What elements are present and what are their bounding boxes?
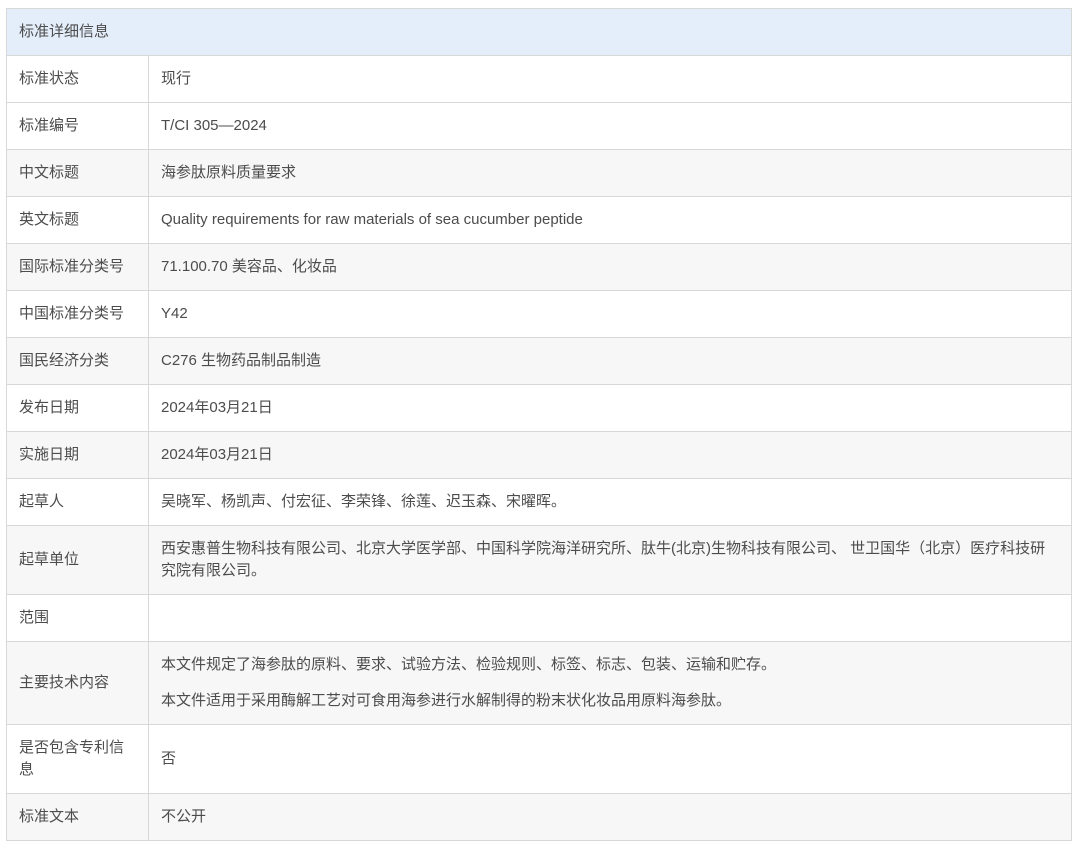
row-value: 不公开 [149,794,1072,841]
table-row: 起草人吴晓军、杨凯声、付宏征、李荣锋、徐莲、迟玉森、宋曜晖。 [7,479,1072,526]
row-value: Y42 [149,291,1072,338]
table-row: 英文标题Quality requirements for raw materia… [7,197,1072,244]
row-label: 主要技术内容 [7,642,149,725]
row-label: 实施日期 [7,432,149,479]
row-label: 标准文本 [7,794,149,841]
row-value: C276 生物药品制品制造 [149,338,1072,385]
table-row: 国际标准分类号71.100.70 美容品、化妆品 [7,244,1072,291]
value-paragraph: 本文件规定了海参肽的原料、要求、试验方法、检验规则、标签、标志、包装、运输和贮存… [161,654,1059,676]
row-label: 标准编号 [7,103,149,150]
row-label: 发布日期 [7,385,149,432]
value-paragraph: 本文件适用于采用酶解工艺对可食用海参进行水解制得的粉末状化妆品用原料海参肽。 [161,690,1059,712]
table-header: 标准详细信息 [7,9,1072,56]
row-value: 71.100.70 美容品、化妆品 [149,244,1072,291]
row-value: 否 [149,725,1072,794]
row-label: 起草单位 [7,526,149,595]
table-row: 起草单位西安惠普生物科技有限公司、北京大学医学部、中国科学院海洋研究所、肽牛(北… [7,526,1072,595]
table-row: 中国标准分类号Y42 [7,291,1072,338]
table-row: 标准状态现行 [7,56,1072,103]
row-value: T/CI 305—2024 [149,103,1072,150]
row-value: 吴晓军、杨凯声、付宏征、李荣锋、徐莲、迟玉森、宋曜晖。 [149,479,1072,526]
table-row: 实施日期2024年03月21日 [7,432,1072,479]
row-value: 本文件规定了海参肽的原料、要求、试验方法、检验规则、标签、标志、包装、运输和贮存… [149,642,1072,725]
table-row: 发布日期2024年03月21日 [7,385,1072,432]
table-row: 范围 [7,595,1072,642]
row-value: 现行 [149,56,1072,103]
table-row: 标准文本不公开 [7,794,1072,841]
table-row: 是否包含专利信息否 [7,725,1072,794]
row-label: 中文标题 [7,150,149,197]
standard-details-table: 标准详细信息 标准状态现行标准编号T/CI 305—2024中文标题海参肽原料质… [6,8,1072,841]
standard-details-panel: 标准详细信息 标准状态现行标准编号T/CI 305—2024中文标题海参肽原料质… [6,8,1072,841]
details-table-body: 标准状态现行标准编号T/CI 305—2024中文标题海参肽原料质量要求英文标题… [7,56,1072,841]
row-label: 是否包含专利信息 [7,725,149,794]
table-row: 标准编号T/CI 305—2024 [7,103,1072,150]
table-row: 国民经济分类C276 生物药品制品制造 [7,338,1072,385]
row-value [149,595,1072,642]
table-row: 中文标题海参肽原料质量要求 [7,150,1072,197]
row-label: 中国标准分类号 [7,291,149,338]
row-value: 2024年03月21日 [149,432,1072,479]
row-label: 国民经济分类 [7,338,149,385]
panel-title: 标准详细信息 [7,9,1072,56]
row-value: Quality requirements for raw materials o… [149,197,1072,244]
row-label: 范围 [7,595,149,642]
row-label: 国际标准分类号 [7,244,149,291]
row-label: 起草人 [7,479,149,526]
table-row: 主要技术内容本文件规定了海参肽的原料、要求、试验方法、检验规则、标签、标志、包装… [7,642,1072,725]
row-value: 西安惠普生物科技有限公司、北京大学医学部、中国科学院海洋研究所、肽牛(北京)生物… [149,526,1072,595]
row-label: 标准状态 [7,56,149,103]
table-header-row: 标准详细信息 [7,9,1072,56]
row-value: 2024年03月21日 [149,385,1072,432]
row-label: 英文标题 [7,197,149,244]
row-value: 海参肽原料质量要求 [149,150,1072,197]
